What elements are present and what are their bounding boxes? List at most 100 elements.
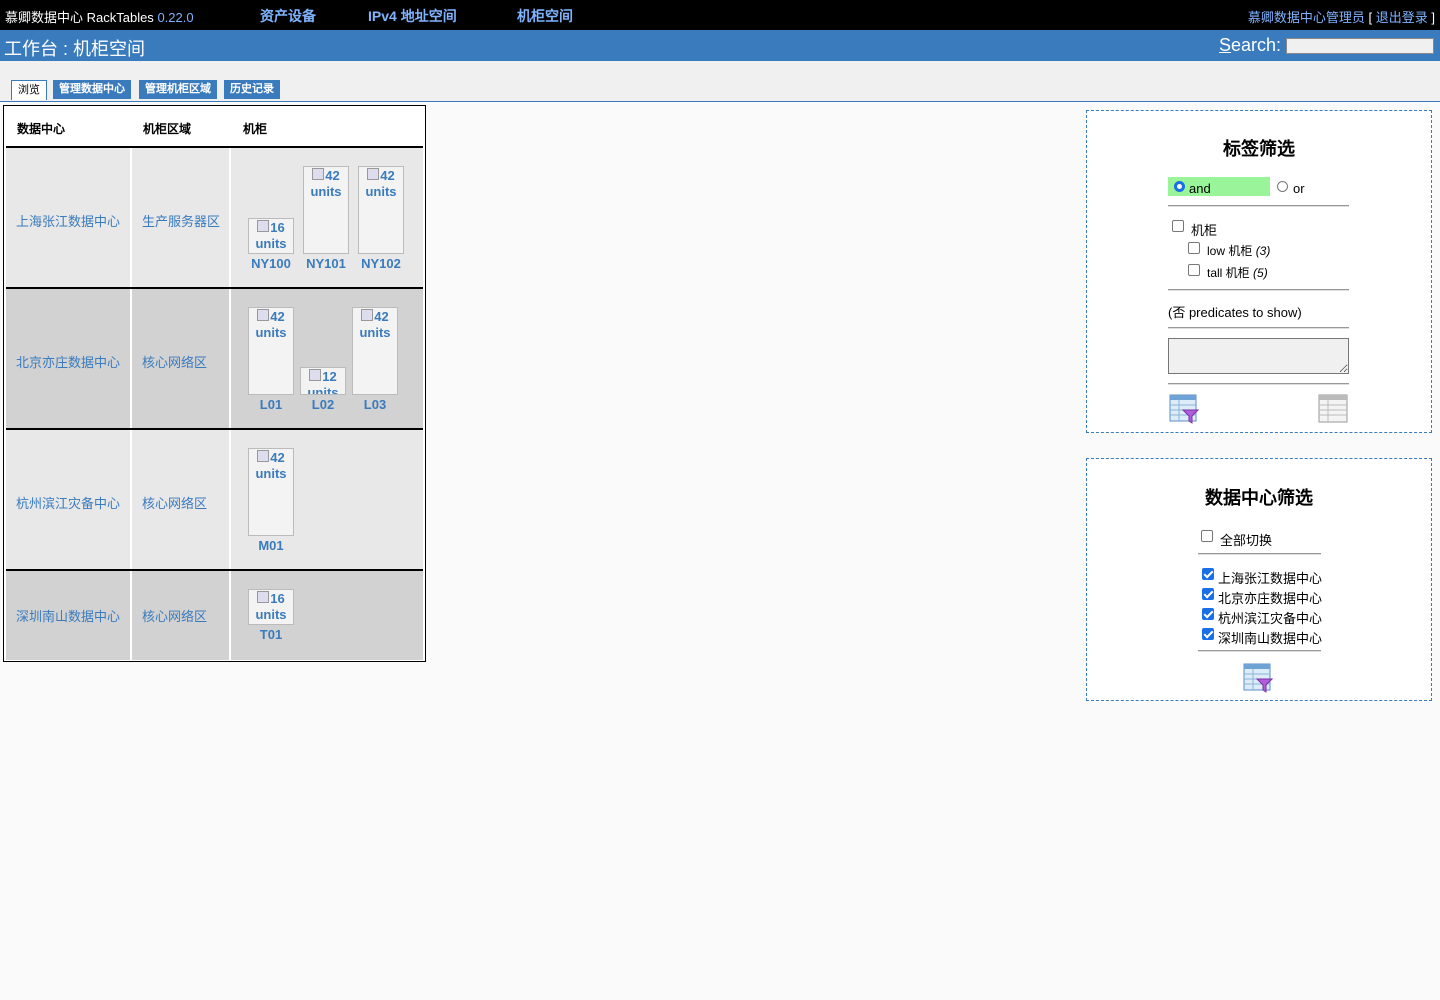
dc-filter-title: 数据中心筛选 xyxy=(1205,488,1313,508)
rack-thumbnail[interactable]: 42 units xyxy=(303,166,349,254)
datacenter-link[interactable]: 上海张江数据中心 xyxy=(16,211,120,230)
broken-image-icon xyxy=(257,220,270,232)
divider xyxy=(1168,327,1349,329)
rack-units-value: 16 xyxy=(270,220,285,235)
table-reset-icon[interactable] xyxy=(1318,394,1348,424)
rack-name-link[interactable]: NY100 xyxy=(246,256,296,271)
area-link[interactable]: 核心网络区 xyxy=(142,493,207,512)
tag-filter-title: 标签筛选 xyxy=(1223,139,1295,159)
tag-tall-count: (5) xyxy=(1253,266,1268,280)
header-datacenter: 数据中心 xyxy=(17,122,66,136)
rack-name-link[interactable]: T01 xyxy=(246,627,296,642)
racks-cell: 16 units NY100 42 units NY101 42 units NY10… xyxy=(231,148,423,289)
rack-name-link[interactable]: NY102 xyxy=(356,256,406,271)
rack-thumbnail[interactable]: 16 units xyxy=(248,218,294,254)
divider xyxy=(1168,205,1349,207)
broken-image-icon xyxy=(361,309,374,321)
rack-units-label: units xyxy=(255,236,287,251)
rack-thumbnail[interactable]: 42 units xyxy=(358,166,404,254)
user-link[interactable]: 慕卿数据中心管理员 xyxy=(1248,10,1365,25)
rackspace-table: 数据中心 机柜区域 机柜 上海张江数据中心 生产服务器区 16 units NY1… xyxy=(3,105,426,662)
broken-image-icon xyxy=(309,369,322,381)
filter-apply-icon[interactable] xyxy=(1243,663,1274,693)
search-label-rest: earch: xyxy=(1231,35,1282,55)
tab-manage-datacenters[interactable]: 管理数据中心 xyxy=(53,80,131,99)
datacenter-link[interactable]: 杭州滨江灾备中心 xyxy=(16,493,120,512)
rack-units-label: units xyxy=(255,466,287,481)
rack-units-value: 42 xyxy=(270,450,285,465)
area-link[interactable]: 核心网络区 xyxy=(142,606,207,625)
and-radio[interactable] xyxy=(1174,181,1185,192)
table-row: 上海张江数据中心 生产服务器区 16 units NY100 42 units NY… xyxy=(6,146,423,289)
rack-thumbnail[interactable]: 42 units xyxy=(248,307,294,395)
table-row: 深圳南山数据中心 核心网络区 16 units T01 xyxy=(6,569,423,660)
filter-apply-icon[interactable] xyxy=(1169,394,1200,424)
tag-root-label: 机柜 xyxy=(1191,223,1218,238)
page-title: 工作台 : 机柜空间 xyxy=(4,39,146,59)
tag-checkbox-tall[interactable] xyxy=(1188,264,1200,276)
broken-image-icon xyxy=(257,309,270,321)
search-input[interactable] xyxy=(1286,38,1434,54)
nav-assets[interactable]: 资产设备 xyxy=(260,6,316,26)
dc-checkbox-label: 北京亦庄数据中心 xyxy=(1218,591,1323,606)
tag-low-label: low 机柜 (3) xyxy=(1207,242,1270,259)
area-cell: 核心网络区 xyxy=(132,289,229,430)
rack-units-label: units xyxy=(255,325,287,340)
tag-filter-panel: 标签筛选 and or 机柜 low 机柜 (3) tall 机柜 (5) (否… xyxy=(1086,110,1432,433)
tag-checkbox-root[interactable] xyxy=(1172,220,1184,232)
rack-units: 42 units xyxy=(251,309,291,341)
rack-units-value: 42 xyxy=(325,168,340,183)
top-bar: 慕卿数据中心 RackTables 0.22.0 资产设备 IPv4 地址空间 … xyxy=(0,0,1440,30)
tab-history[interactable]: 历史记录 xyxy=(224,80,280,99)
or-radio[interactable] xyxy=(1277,181,1288,192)
dc-checkbox[interactable] xyxy=(1202,628,1214,640)
rack-name-link[interactable]: L02 xyxy=(298,397,348,412)
rack-name-link[interactable]: L03 xyxy=(350,397,400,412)
rack-name-link[interactable]: NY101 xyxy=(301,256,351,271)
datacenter-filter-panel: 数据中心筛选 全部切换 上海张江数据中心 北京亦庄数据中心 杭州滨江灾备中心 深… xyxy=(1086,458,1432,701)
area-cell: 核心网络区 xyxy=(132,571,229,660)
rack-name-link[interactable]: M01 xyxy=(246,538,296,553)
rack-thumbnail[interactable]: 12 units xyxy=(300,367,346,395)
datacenter-cell: 深圳南山数据中心 xyxy=(6,571,130,660)
rack-thumbnail[interactable]: 42 units xyxy=(248,448,294,536)
rack-units: 42 units xyxy=(306,168,346,200)
logout-link[interactable]: 退出登录 xyxy=(1376,10,1428,25)
header-area: 机柜区域 xyxy=(143,122,192,136)
area-link[interactable]: 生产服务器区 xyxy=(142,211,220,230)
rack-units-value: 42 xyxy=(374,309,389,324)
dc-checkbox[interactable] xyxy=(1202,588,1214,600)
bracket-open: [ xyxy=(1368,10,1373,25)
nav-ipv4[interactable]: IPv4 地址空间 xyxy=(368,6,457,26)
dc-checkbox[interactable] xyxy=(1202,568,1214,580)
dc-checkbox[interactable] xyxy=(1202,608,1214,620)
rack-units: 16 units xyxy=(251,220,291,252)
rack-thumbnail[interactable]: 16 units xyxy=(248,589,294,625)
toggle-all-checkbox[interactable] xyxy=(1201,530,1213,542)
app-version[interactable]: 0.22.0 xyxy=(157,10,193,25)
datacenter-link[interactable]: 深圳南山数据中心 xyxy=(16,606,120,625)
nav-rackspace[interactable]: 机柜空间 xyxy=(517,6,573,26)
tab-browse[interactable]: 浏览 xyxy=(11,80,47,100)
broken-image-icon xyxy=(312,168,325,180)
racks-cell: 42 units L01 12 units L02 42 units L03 xyxy=(231,289,423,430)
rack-units-value: 42 xyxy=(380,168,395,183)
racks-cell: 16 units T01 xyxy=(231,571,423,660)
tag-tall-name: tall 机柜 xyxy=(1207,266,1250,280)
rack-units-value: 12 xyxy=(322,369,337,384)
filter-expression-textarea[interactable] xyxy=(1168,338,1349,374)
tab-manage-areas[interactable]: 管理机柜区域 xyxy=(139,80,217,99)
tab-bar: 浏览 管理数据中心 管理机柜区域 历史记录 xyxy=(0,61,1440,102)
broken-image-icon xyxy=(257,591,270,603)
rack-thumbnail[interactable]: 42 units xyxy=(352,307,398,395)
rack-units: 42 units xyxy=(251,450,291,482)
predicates-note: (否 predicates to show) xyxy=(1168,305,1302,320)
divider xyxy=(1198,650,1321,652)
rack-name-link[interactable]: L01 xyxy=(246,397,296,412)
dc-checkbox-label: 上海张江数据中心 xyxy=(1218,571,1323,586)
tag-checkbox-low[interactable] xyxy=(1188,242,1200,254)
app-name: 慕卿数据中心 RackTables xyxy=(5,10,154,25)
header-rack: 机柜 xyxy=(243,122,268,136)
datacenter-link[interactable]: 北京亦庄数据中心 xyxy=(16,352,120,371)
area-link[interactable]: 核心网络区 xyxy=(142,352,207,371)
